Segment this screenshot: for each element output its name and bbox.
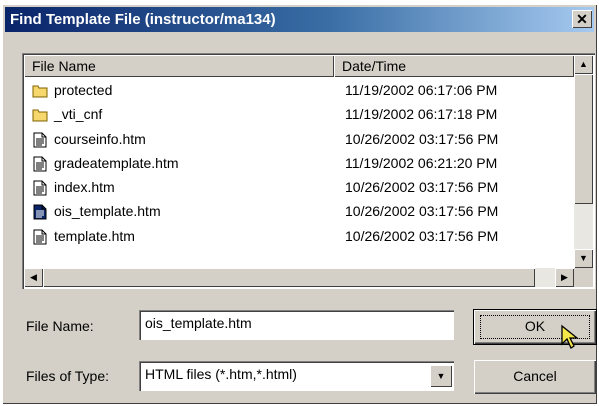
- scroll-up-button[interactable]: ▲: [574, 55, 593, 74]
- date-time-cell: 11/19/2002 06:17:18 PM: [345, 106, 498, 123]
- list-item[interactable]: gradeatemplate.htm 11/19/2002 06:21:20 PM: [24, 152, 574, 176]
- file-name-cell: gradeatemplate.htm: [54, 154, 179, 171]
- ok-button[interactable]: OK: [473, 309, 597, 349]
- column-header-file-name[interactable]: File Name: [24, 55, 334, 77]
- file-name-label: File Name:: [26, 318, 94, 334]
- list-item[interactable]: template.htm 10/26/2002 03:17:56 PM: [24, 225, 574, 249]
- close-icon: ✕: [576, 11, 588, 27]
- mouse-pointer-icon: [561, 324, 579, 349]
- file-name-cell: _vti_cnf: [54, 106, 103, 123]
- file-list[interactable]: File Name Date/Time protected 11/19/2002 …: [22, 53, 595, 289]
- cancel-label: Cancel: [513, 368, 557, 384]
- files-of-type-value: HTML files (*.htm,*.html): [145, 366, 297, 382]
- arrow-down-icon: ▼: [579, 253, 588, 263]
- horizontal-scrollbar[interactable]: ◀ ▶: [24, 268, 574, 287]
- document-icon: [33, 229, 47, 245]
- arrow-right-icon: ▶: [561, 272, 568, 282]
- document-icon: [33, 156, 47, 172]
- file-name-cell: index.htm: [54, 179, 115, 196]
- list-item[interactable]: ois_template.htm 10/26/2002 03:17:56 PM: [24, 200, 574, 224]
- date-time-cell: 10/26/2002 03:17:56 PM: [345, 179, 499, 196]
- vertical-scroll-thumb[interactable]: [574, 74, 593, 204]
- column-header-date-time[interactable]: Date/Time: [334, 55, 574, 77]
- vertical-scrollbar[interactable]: ▲ ▼: [574, 55, 593, 268]
- file-name-cell: ois_template.htm: [54, 203, 161, 220]
- chevron-down-icon: ▼: [436, 371, 446, 381]
- list-item[interactable]: _vti_cnf 11/19/2002 06:17:18 PM: [24, 103, 574, 127]
- files-of-type-select[interactable]: HTML files (*.htm,*.html) ▼: [139, 361, 454, 391]
- file-rows: protected 11/19/2002 06:17:06 PM _vti_cnf 1…: [24, 79, 574, 249]
- document-icon: [33, 180, 47, 196]
- arrow-left-icon: ◀: [30, 272, 37, 282]
- title-bar[interactable]: Find Template File (instructor/ma134) ✕: [5, 7, 594, 32]
- window-title: Find Template File (instructor/ma134): [10, 11, 276, 28]
- list-item[interactable]: courseinfo.htm 10/26/2002 03:17:56 PM: [24, 128, 574, 152]
- folder-icon: [32, 85, 48, 98]
- date-time-cell: 10/26/2002 03:17:56 PM: [345, 130, 499, 147]
- list-header: File Name Date/Time: [24, 55, 574, 77]
- list-item[interactable]: protected 11/19/2002 06:17:06 PM: [24, 79, 574, 103]
- document-icon: [33, 204, 47, 220]
- cancel-button[interactable]: Cancel: [474, 360, 596, 394]
- scroll-left-button[interactable]: ◀: [24, 268, 43, 287]
- list-item[interactable]: index.htm 10/26/2002 03:17:56 PM: [24, 176, 574, 200]
- horizontal-scroll-thumb[interactable]: [43, 268, 535, 287]
- files-of-type-label: Files of Type:: [26, 368, 110, 384]
- date-time-cell: 11/19/2002 06:21:20 PM: [345, 154, 498, 171]
- folder-icon: [32, 109, 48, 122]
- file-name-cell: protected: [54, 82, 113, 98]
- file-name-input[interactable]: ois_template.htm: [139, 310, 454, 340]
- date-time-cell: 10/26/2002 03:17:56 PM: [345, 227, 499, 244]
- scroll-right-button[interactable]: ▶: [555, 268, 574, 287]
- file-name-cell: courseinfo.htm: [54, 130, 146, 147]
- file-name-cell: template.htm: [54, 227, 135, 244]
- date-time-cell: 11/19/2002 06:17:06 PM: [345, 82, 498, 98]
- scroll-down-button[interactable]: ▼: [574, 249, 593, 268]
- scroll-corner: [574, 268, 593, 287]
- date-time-cell: 10/26/2002 03:17:56 PM: [345, 203, 499, 220]
- dropdown-button[interactable]: ▼: [430, 365, 452, 387]
- close-button[interactable]: ✕: [572, 10, 592, 28]
- document-icon: [33, 132, 47, 148]
- arrow-up-icon: ▲: [579, 59, 588, 69]
